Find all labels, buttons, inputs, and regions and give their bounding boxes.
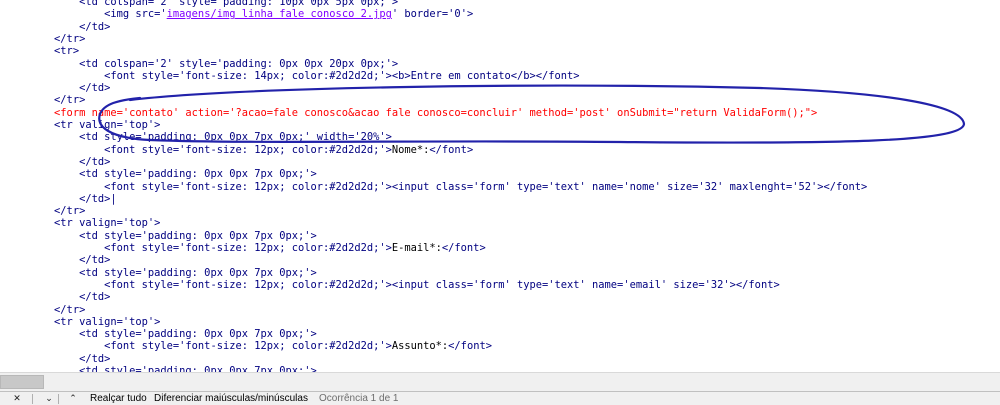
code-token: </tr> — [4, 32, 86, 45]
code-token: E-mail*: — [391, 242, 442, 254]
code-token: <td style='padding: 0px 0px 7px 0px;' wi… — [4, 131, 392, 144]
divider — [32, 394, 33, 404]
code-token: <font style='font-size: 12px; color:#2d2… — [4, 340, 392, 353]
match-case-toggle[interactable]: Diferenciar maiúsculas/minúsculas — [154, 392, 308, 405]
code-line: <font style='font-size: 12px; color:#2d2… — [4, 180, 867, 194]
chevron-up-icon[interactable]: ⌃ — [66, 392, 80, 405]
code-token: <form name='contato' action='?acao=fale … — [4, 106, 818, 119]
code-token: </td> — [4, 82, 111, 95]
code-line: <td style='padding: 0px 0px 7px 0px;'> — [4, 364, 317, 372]
code-token: imagens/img linha fale conosco 2.jpg — [166, 8, 392, 21]
source-code-view[interactable]: <td colspan='2' style='padding: 10px 0px… — [0, 0, 1000, 372]
code-token: <font style='font-size: 12px; color:#2d2… — [4, 143, 392, 156]
code-token: <td colspan='2' style='padding: 0px 0px … — [4, 57, 399, 70]
occurrence-status: Ocorrência 1 de 1 — [319, 393, 399, 404]
code-token: </td> — [4, 20, 111, 33]
horizontal-scrollbar[interactable] — [0, 372, 1000, 391]
code-token: <td style='padding: 0px 0px 7px 0px;'> — [4, 229, 317, 242]
code-token: <tr valign='top'> — [4, 217, 161, 230]
code-token: Assunto*: — [391, 340, 449, 353]
highlight-all-toggle[interactable]: Realçar tudo — [90, 392, 147, 405]
code-token: <img src=' — [4, 8, 167, 21]
code-token: <tr valign='top'> — [4, 315, 161, 328]
code-token: <font style='font-size: 12px; color:#2d2… — [4, 278, 780, 291]
code-line: <font style='font-size: 12px; color:#2d2… — [4, 278, 780, 292]
code-token: <td style='padding: 0px 0px 7px 0px;'> — [4, 328, 317, 341]
find-bar: ✕ ⌄ ⌃ Realçar tudo Diferenciar maiúscula… — [0, 391, 1000, 405]
code-token: </td> — [4, 291, 111, 304]
code-token: </tr> — [4, 205, 86, 218]
code-token: <font style='font-size: 12px; color:#2d2… — [4, 242, 392, 254]
close-icon[interactable]: ✕ — [10, 392, 24, 405]
code-token: <td style='padding: 0px 0px 7px 0px;'> — [4, 365, 317, 372]
code-token: </td> — [4, 254, 111, 267]
code-token: </td> — [4, 352, 111, 365]
code-token: </tr> — [4, 94, 86, 107]
divider — [58, 394, 59, 404]
code-token: </font> — [535, 69, 580, 82]
code-token: </td>| — [4, 192, 117, 205]
code-token: ' border='0'> — [391, 8, 474, 21]
code-token: <tr valign='top'> — [4, 119, 161, 131]
code-token: <tr> — [4, 45, 80, 58]
code-token: <td style='padding: 0px 0px 7px 0px;'> — [4, 168, 317, 181]
code-token: <font style='font-size: 12px; color:#2d2… — [4, 180, 868, 193]
chevron-down-icon[interactable]: ⌄ — [42, 392, 56, 405]
code-token: </font> — [448, 340, 492, 353]
code-token: </font> — [441, 242, 486, 254]
code-token: </tr> — [4, 303, 86, 316]
code-token: Nome*: — [391, 143, 430, 156]
code-token: <font style='font-size: 14px; color:#2d2… — [4, 69, 392, 82]
code-token: </font> — [429, 143, 474, 156]
scrollbar-thumb[interactable] — [0, 375, 44, 389]
code-token: </td> — [4, 155, 111, 168]
code-token: <b>Entre em contato</b> — [391, 69, 536, 82]
code-token: <td style='padding: 0px 0px 7px 0px;'> — [4, 266, 317, 279]
